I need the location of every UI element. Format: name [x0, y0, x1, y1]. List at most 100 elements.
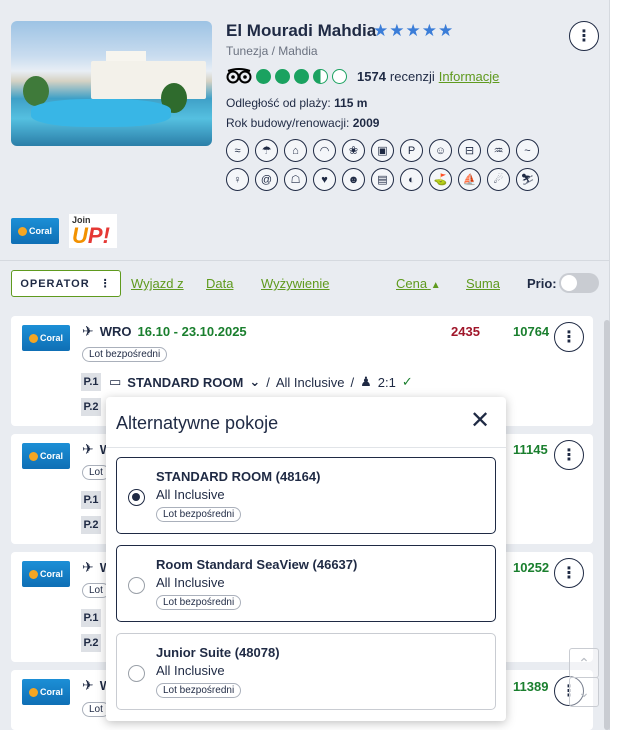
total-price: 11389 — [513, 679, 549, 694]
windsurf-icon[interactable]: ⛵ — [458, 168, 481, 191]
wifi-icon[interactable]: ◠ — [313, 139, 336, 162]
occupancy: 2:1 — [377, 374, 396, 390]
departure-plane-icon: ✈ — [82, 441, 94, 457]
sort-total[interactable]: Suma — [466, 276, 500, 291]
offer-more-button[interactable]: ⋮ — [554, 322, 584, 352]
sort-departure[interactable]: Wyjazd z — [131, 276, 184, 291]
room-option-name: Room Standard SeaView (46637) — [156, 557, 358, 572]
animation-icon[interactable]: ♀ — [226, 168, 249, 191]
sort-date[interactable]: Data — [206, 276, 233, 291]
room-option[interactable]: STANDARD ROOM (48164) All Inclusive Lot … — [116, 457, 496, 534]
parking-icon[interactable]: P — [400, 139, 423, 162]
room-option-flight-tag: Lot bezpośredni — [156, 507, 242, 522]
spa-icon[interactable]: ❀ — [342, 139, 365, 162]
travel-dates: 16.10 - 23.10.2025 — [137, 324, 247, 339]
chevron-down-icon[interactable]: ⌄ — [249, 374, 260, 390]
sort-price[interactable]: Cena ▲ — [396, 276, 441, 291]
more-vertical-icon: ⋮ — [561, 329, 577, 346]
kids-club-icon[interactable]: ☺ — [429, 139, 452, 162]
umbrella-icon[interactable]: ☂ — [255, 139, 278, 162]
room-option-radio[interactable] — [128, 577, 145, 594]
room-option-flight-tag: Lot bezpośredni — [156, 595, 242, 610]
room-option-board: All Inclusive — [156, 663, 225, 678]
golf-icon[interactable]: ⛳ — [429, 168, 452, 191]
rating-bubble-empty — [332, 68, 347, 84]
room-option-flight-tag: Lot bezpośredni — [156, 683, 242, 698]
hotel-location: Tunezja / Mahdia — [226, 44, 318, 58]
gym-icon[interactable]: ⊟ — [458, 139, 481, 162]
tennis-icon[interactable]: ◐ — [400, 168, 423, 191]
modal-divider — [106, 447, 506, 448]
room-p1: P.1 — [81, 491, 101, 509]
operator-label: OPERATOR — [20, 277, 90, 290]
room-selector[interactable]: ▭ STANDARD ROOM ⌄ / All Inclusive / ♟ 2:… — [109, 374, 413, 390]
review-label: recenzji — [389, 68, 435, 84]
room-option-name: STANDARD ROOM (48164) — [156, 469, 321, 484]
theatre-icon[interactable]: ☻ — [342, 168, 365, 191]
tv-icon[interactable]: ▣ — [371, 139, 394, 162]
flight-tag: Lot bezpośredni — [82, 347, 168, 362]
hotel-name[interactable]: El Mouradi Mahdia — [226, 21, 376, 41]
cinema-icon[interactable]: ▤ — [371, 168, 394, 191]
sort-price-label: Cena — [396, 276, 428, 291]
tripadvisor-rating: 1574 recenzji Informacje — [226, 68, 499, 84]
close-icon[interactable]: ✕ — [470, 409, 490, 433]
departure-plane-icon: ✈ — [82, 323, 94, 339]
swimming-icon[interactable]: ~ — [516, 139, 539, 162]
room-p2: P.2 — [81, 398, 101, 416]
modal-title: Alternatywne pokoje — [116, 413, 279, 433]
drinks-icon[interactable]: ♥ — [313, 168, 336, 191]
tripadvisor-owl-icon — [226, 68, 252, 84]
info-link[interactable]: Informacje — [439, 69, 500, 84]
rating-bubble-full — [256, 68, 271, 84]
prio-label: Prio: — [527, 276, 557, 291]
room-p2: P.2 — [81, 634, 101, 652]
departure-plane-icon: ✈ — [82, 559, 94, 575]
total-price: 11145 — [513, 442, 548, 457]
room-option-radio[interactable] — [128, 489, 145, 506]
diving-icon[interactable]: ☄ — [487, 168, 510, 191]
scrollbar-thumb[interactable] — [604, 320, 610, 730]
rating-bubble-full — [275, 68, 290, 84]
offer-more-button[interactable]: ⋮ — [554, 440, 584, 470]
room-option[interactable]: Junior Suite (48078) All Inclusive Lot b… — [116, 633, 496, 710]
operator-filter-button[interactable]: OPERATOR ⋮ — [11, 270, 121, 297]
joinup-logo: Join UP! — [69, 214, 117, 248]
room-p2: P.2 — [81, 516, 101, 534]
pool-icon[interactable]: ♒ — [487, 139, 510, 162]
chevron-down-icon: ⌄ — [578, 683, 590, 700]
sort-bar: OPERATOR ⋮ Wyjazd z Data Wyżywienie Cena… — [0, 260, 610, 306]
room-option-board: All Inclusive — [156, 575, 225, 590]
room-option[interactable]: Room Standard SeaView (46637) All Inclus… — [116, 545, 496, 622]
departure-airport: WRO — [99, 324, 132, 339]
room-p1: P.1 — [81, 609, 101, 627]
ski-icon[interactable]: ⛷ — [516, 168, 539, 191]
restaurant-icon[interactable]: ⌂ — [284, 139, 307, 162]
amenities-list: ≈ ☂ ⌂ ◠ ❀ ▣ P ☺ ⊟ ♒ ~ ♀ @ ☖ ♥ ☻ ▤ ◐ ⛳ ⛵ ☄ ⛷ — [226, 139, 546, 191]
person-icon: ♟ — [360, 374, 372, 389]
beach-distance-label: Odległość od plaży: — [226, 96, 331, 110]
alternative-rooms-modal: Alternatywne pokoje ✕ STANDARD ROOM (481… — [106, 397, 506, 721]
beach-distance-value: 115 m — [334, 96, 368, 110]
sort-ascending-icon: ▲ — [430, 280, 441, 291]
bar-icon[interactable]: ☖ — [284, 168, 307, 191]
bed-icon: ▭ — [109, 374, 122, 389]
scroll-up-button[interactable]: ⌃ — [569, 648, 599, 678]
room-option-radio[interactable] — [128, 665, 145, 682]
hotel-photo[interactable] — [11, 21, 212, 146]
total-price: 10764 — [513, 324, 550, 339]
build-year: Rok budowy/renowacji: 2009 — [226, 116, 379, 130]
hotel-more-button[interactable]: ⋮ — [569, 21, 599, 51]
more-vertical-icon: ⋮ — [576, 28, 592, 45]
scroll-down-button[interactable]: ⌄ — [569, 677, 599, 707]
departure-plane-icon: ✈ — [82, 677, 94, 693]
total-price: 10252 — [513, 560, 550, 575]
prio-toggle[interactable] — [559, 273, 599, 293]
internet-icon[interactable]: @ — [255, 168, 278, 191]
hotel-stars: ★★★★★ — [373, 21, 455, 40]
scrollbar-track[interactable] — [610, 0, 625, 730]
rating-bubble-full — [294, 68, 309, 84]
sort-board[interactable]: Wyżywienie — [261, 276, 330, 291]
beach-icon[interactable]: ≈ — [226, 139, 249, 162]
offer-more-button[interactable]: ⋮ — [554, 558, 584, 588]
